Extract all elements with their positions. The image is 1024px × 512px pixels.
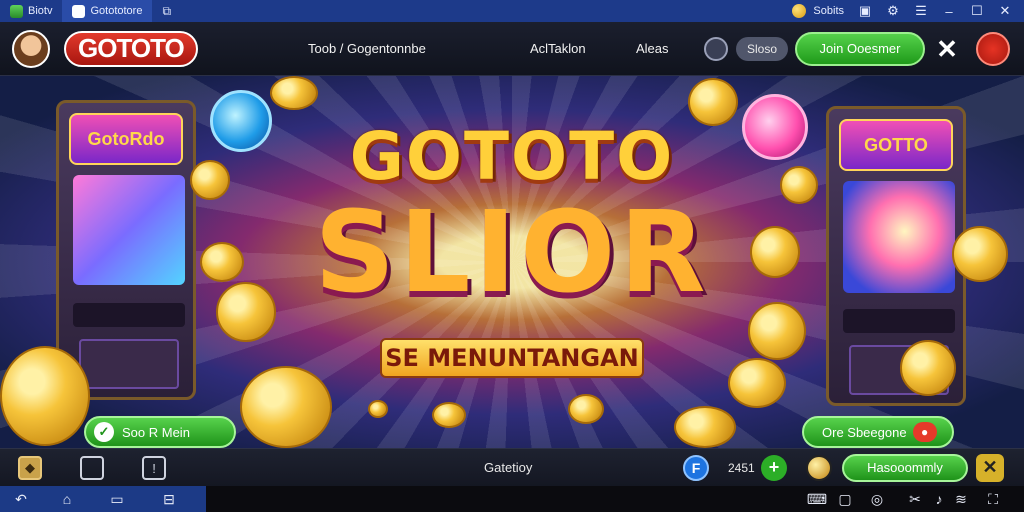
- slot-machine-left-panel: [79, 339, 179, 389]
- window-tab-2-label: Gotototore: [90, 5, 143, 17]
- info-icon[interactable]: !: [142, 456, 166, 480]
- new-tab-button[interactable]: ⧉: [152, 0, 181, 22]
- app-icon: [10, 4, 23, 18]
- map-icon[interactable]: ◆: [18, 456, 42, 480]
- search-icon[interactable]: [704, 36, 728, 61]
- ticket-icon[interactable]: F: [683, 454, 709, 481]
- nav-link-3[interactable]: Aleas: [636, 41, 669, 56]
- add-icon[interactable]: +: [761, 454, 787, 481]
- volume-icon[interactable]: ♪: [930, 490, 948, 508]
- coin: [728, 358, 786, 408]
- window-tab-1-label: Biotv: [28, 5, 53, 17]
- left-green-button[interactable]: ✓ Soo R Mein: [84, 416, 236, 448]
- minimize-button[interactable]: –: [942, 4, 956, 19]
- bottom-bar-count: 2451: [728, 460, 755, 475]
- coin-balance-icon[interactable]: [806, 454, 832, 481]
- coin: [900, 340, 956, 396]
- home-icon: [72, 4, 86, 18]
- coins-label: Sobits: [813, 4, 844, 17]
- screenshot-icon[interactable]: ⊟: [160, 490, 178, 508]
- gamepad-icon[interactable]: ▣: [858, 3, 872, 18]
- close-icon[interactable]: ✕: [934, 36, 960, 62]
- coins-display: Sobits: [792, 4, 844, 18]
- titlebar-controls: Sobits ▣ ⚙ ☰ – ☐ ✕: [792, 3, 1024, 19]
- recommend-button[interactable]: Hasooommly: [842, 453, 968, 482]
- right-green-button-label: Ore Sbeegone: [822, 424, 907, 440]
- new-tab-icon: ⧉: [162, 3, 172, 18]
- display-icon[interactable]: ▢: [836, 490, 854, 508]
- bottom-bar-title: Gatetioy: [484, 460, 533, 475]
- shake-icon[interactable]: ≋: [952, 490, 970, 508]
- home-nav-icon[interactable]: ⌂: [58, 490, 76, 508]
- game-bottom-bar: ◆ ! Gatetioy F 2451 + Hasooommly ✕: [0, 448, 1024, 486]
- exit-button[interactable]: [976, 31, 1010, 66]
- nav-link-1[interactable]: Toob / Gogentonnbe: [308, 41, 426, 56]
- settings-icon[interactable]: ⚙: [886, 3, 900, 18]
- window-titlebar: Biotv Gotototore ⧉ Sobits ▣ ⚙ ☰ – ☐ ✕: [0, 0, 1024, 22]
- join-button[interactable]: Join Ooesmer: [795, 31, 925, 66]
- coin: [270, 76, 318, 110]
- right-green-button[interactable]: Ore Sbeegone ●: [802, 416, 954, 448]
- recents-icon[interactable]: ▭: [108, 490, 126, 508]
- banner-subtitle: SE MENUNTANGAN: [380, 338, 644, 378]
- coin: [240, 366, 332, 448]
- left-green-button-label: Soo R Mein: [122, 424, 190, 440]
- banner-title-line1: GOTOTO: [349, 118, 675, 195]
- coin-icon: [792, 4, 807, 18]
- nav-link-2[interactable]: AclTaklon: [530, 41, 586, 56]
- status-pill[interactable]: Sloso: [736, 36, 788, 61]
- window-tab-1[interactable]: Biotv: [0, 0, 62, 22]
- app-window: Biotv Gotototore ⧉ Sobits ▣ ⚙ ☰ – ☐ ✕ GO…: [0, 0, 1024, 512]
- maximize-button[interactable]: ☐: [970, 3, 984, 18]
- coin: [568, 394, 604, 424]
- coin: [674, 406, 736, 448]
- close-window-button[interactable]: ✕: [998, 3, 1012, 18]
- keyboard-icon[interactable]: ⌨: [807, 490, 827, 508]
- os-nav-bar: ↶ ⌂ ▭ ⊟ ⌨ ▢ ◎ ✂ ♪ ≋ ⛶: [0, 486, 1024, 512]
- banner-title-line2: SLIOR: [314, 188, 710, 318]
- promo-banner: GotoRdo GOTTO GOTOTO SLIOR SE MENUNTANGA…: [0, 76, 1024, 448]
- back-icon[interactable]: ↶: [12, 490, 30, 508]
- notification-icon: ●: [912, 422, 937, 442]
- fullscreen-icon[interactable]: ⛶: [984, 490, 1002, 508]
- avatar[interactable]: [12, 29, 50, 68]
- close-box-icon[interactable]: ✕: [976, 453, 1004, 482]
- location-icon[interactable]: ◎: [868, 490, 886, 508]
- coin: [368, 400, 388, 418]
- scissors-icon[interactable]: ✂: [906, 490, 924, 508]
- play-icon: ✓: [94, 422, 114, 442]
- site-logo[interactable]: GOTOTO: [64, 30, 198, 67]
- menu-icon[interactable]: ☰: [914, 3, 928, 18]
- page-icon[interactable]: [80, 456, 104, 480]
- game-header: GOTOTO Toob / Gogentonnbe AclTaklon Alea…: [0, 22, 1024, 76]
- window-tab-2[interactable]: Gotototore: [62, 0, 153, 22]
- coin: [0, 346, 90, 446]
- coin: [432, 402, 466, 428]
